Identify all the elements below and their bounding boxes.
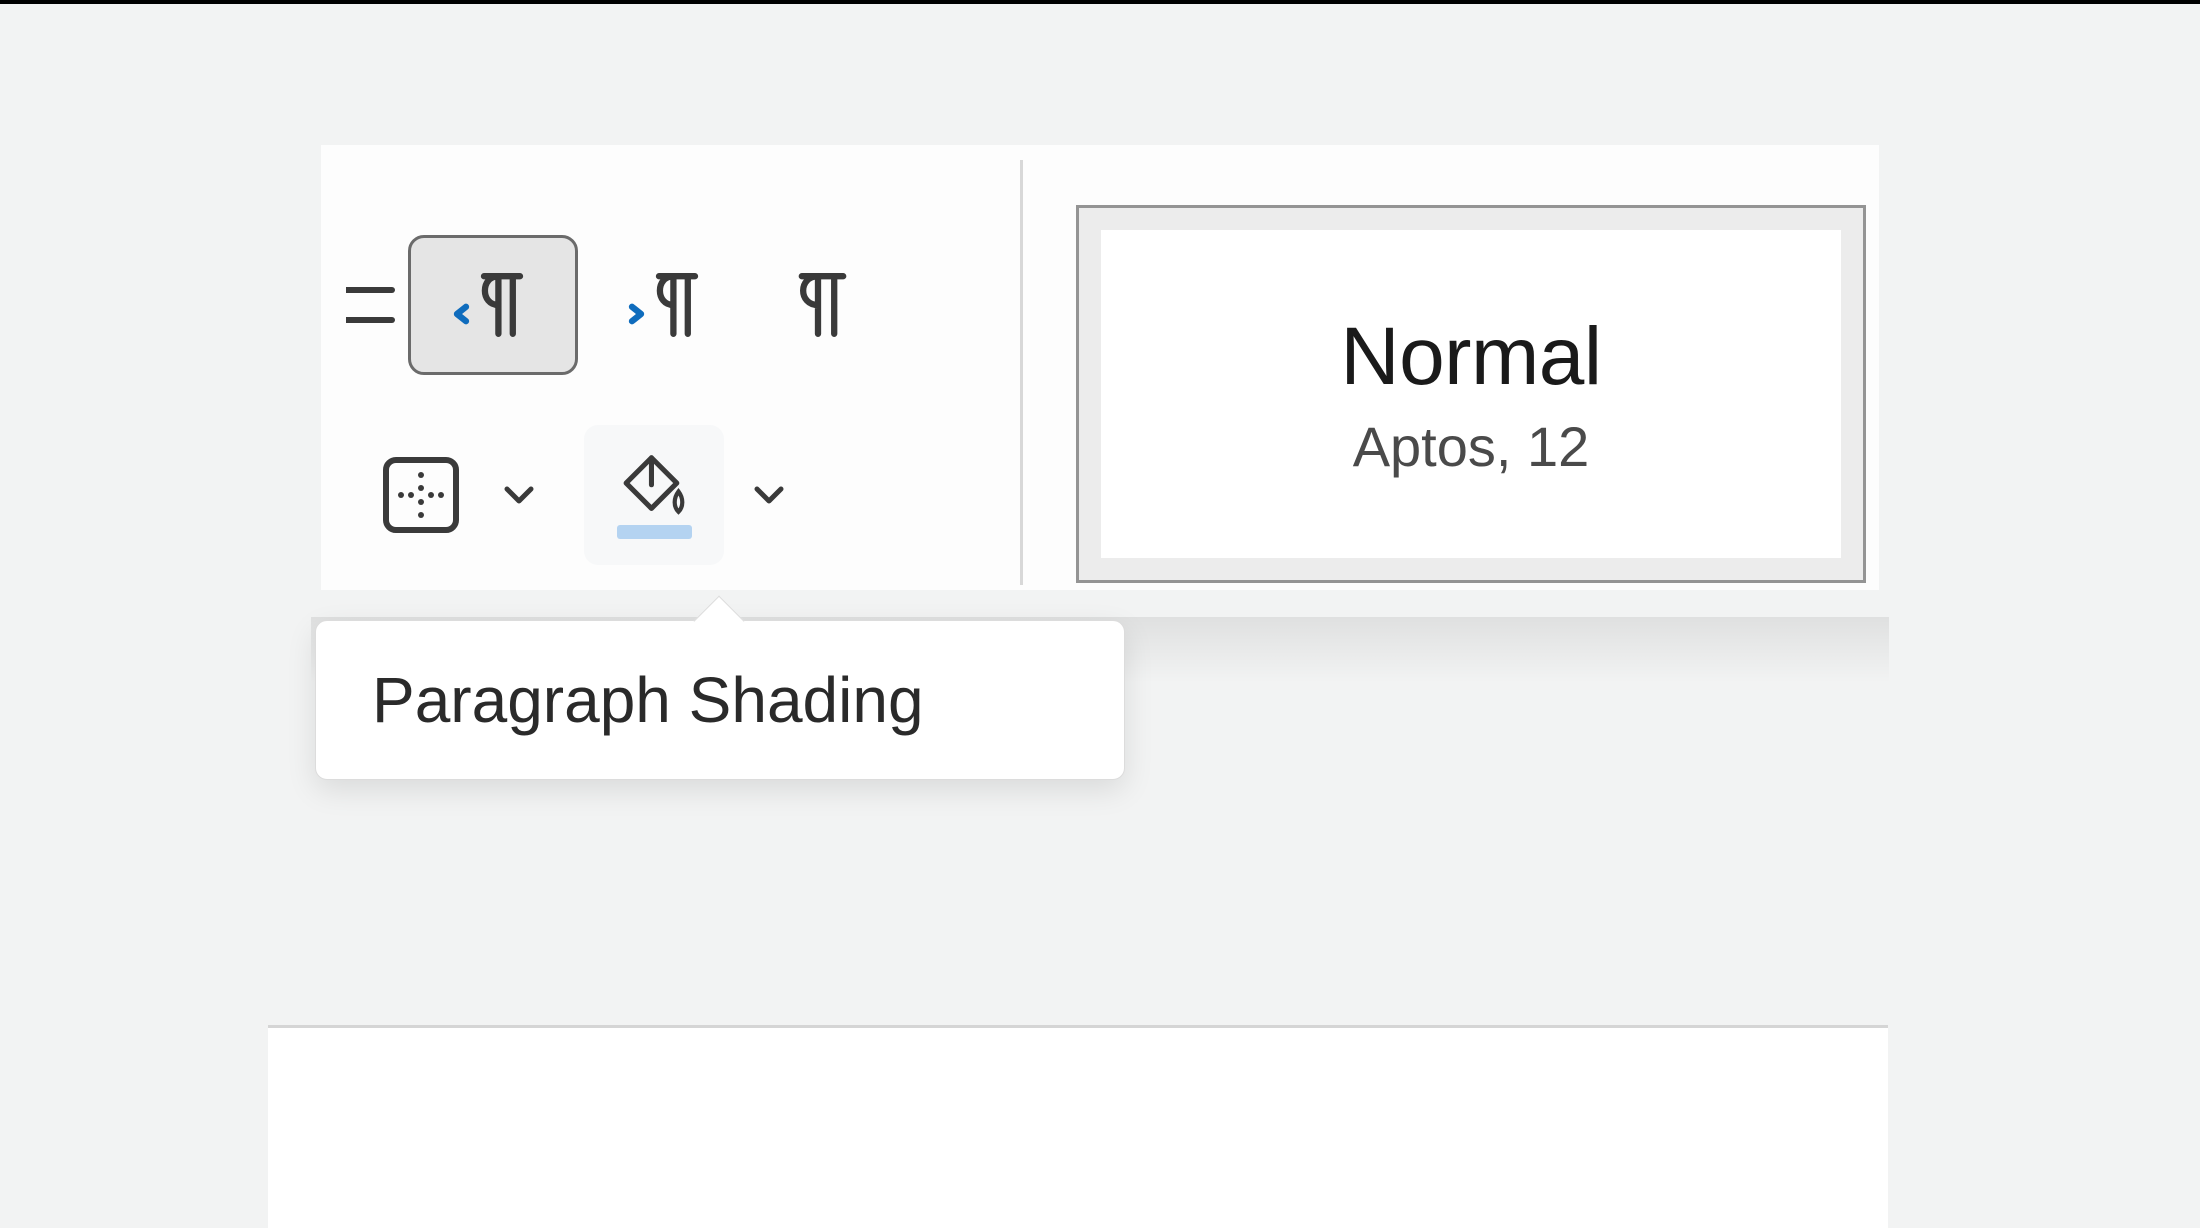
paragraph-top-row — [341, 235, 888, 375]
shading-color-indicator — [617, 525, 692, 539]
ribbon-paragraph-section: Normal Aptos, 12 Paragraph Shading — [321, 145, 1879, 590]
borders-icon — [376, 450, 466, 540]
shading-dropdown-button[interactable] — [734, 450, 804, 540]
tooltip: Paragraph Shading — [315, 620, 1125, 780]
chevron-down-icon — [751, 477, 787, 513]
paragraph-bottom-row — [376, 425, 804, 565]
left-to-right-text-direction-button[interactable] — [408, 235, 578, 375]
list-icon — [346, 280, 396, 330]
style-name-label: Normal — [1340, 310, 1601, 404]
shading-button-group — [584, 425, 804, 565]
show-hide-paragraph-marks-button[interactable] — [748, 235, 888, 375]
right-to-left-pilcrow-icon — [623, 260, 713, 350]
pilcrow-icon — [773, 260, 863, 350]
tooltip-arrow — [694, 596, 745, 647]
tooltip-text: Paragraph Shading — [372, 664, 924, 736]
borders-button[interactable] — [376, 450, 466, 540]
chevron-down-icon — [501, 477, 537, 513]
style-card-content: Normal Aptos, 12 — [1101, 230, 1841, 558]
left-to-right-pilcrow-icon — [448, 260, 538, 350]
borders-dropdown-button[interactable] — [484, 450, 554, 540]
list-button-partial[interactable] — [341, 270, 403, 340]
document-area[interactable] — [268, 1028, 1888, 1228]
style-font-label: Aptos, 12 — [1353, 414, 1590, 479]
right-to-left-text-direction-button[interactable] — [588, 235, 748, 375]
style-normal-card[interactable]: Normal Aptos, 12 — [1076, 205, 1866, 583]
paint-bucket-icon — [616, 451, 692, 527]
ribbon-group-divider — [1020, 160, 1023, 585]
paragraph-shading-button[interactable] — [584, 425, 724, 565]
